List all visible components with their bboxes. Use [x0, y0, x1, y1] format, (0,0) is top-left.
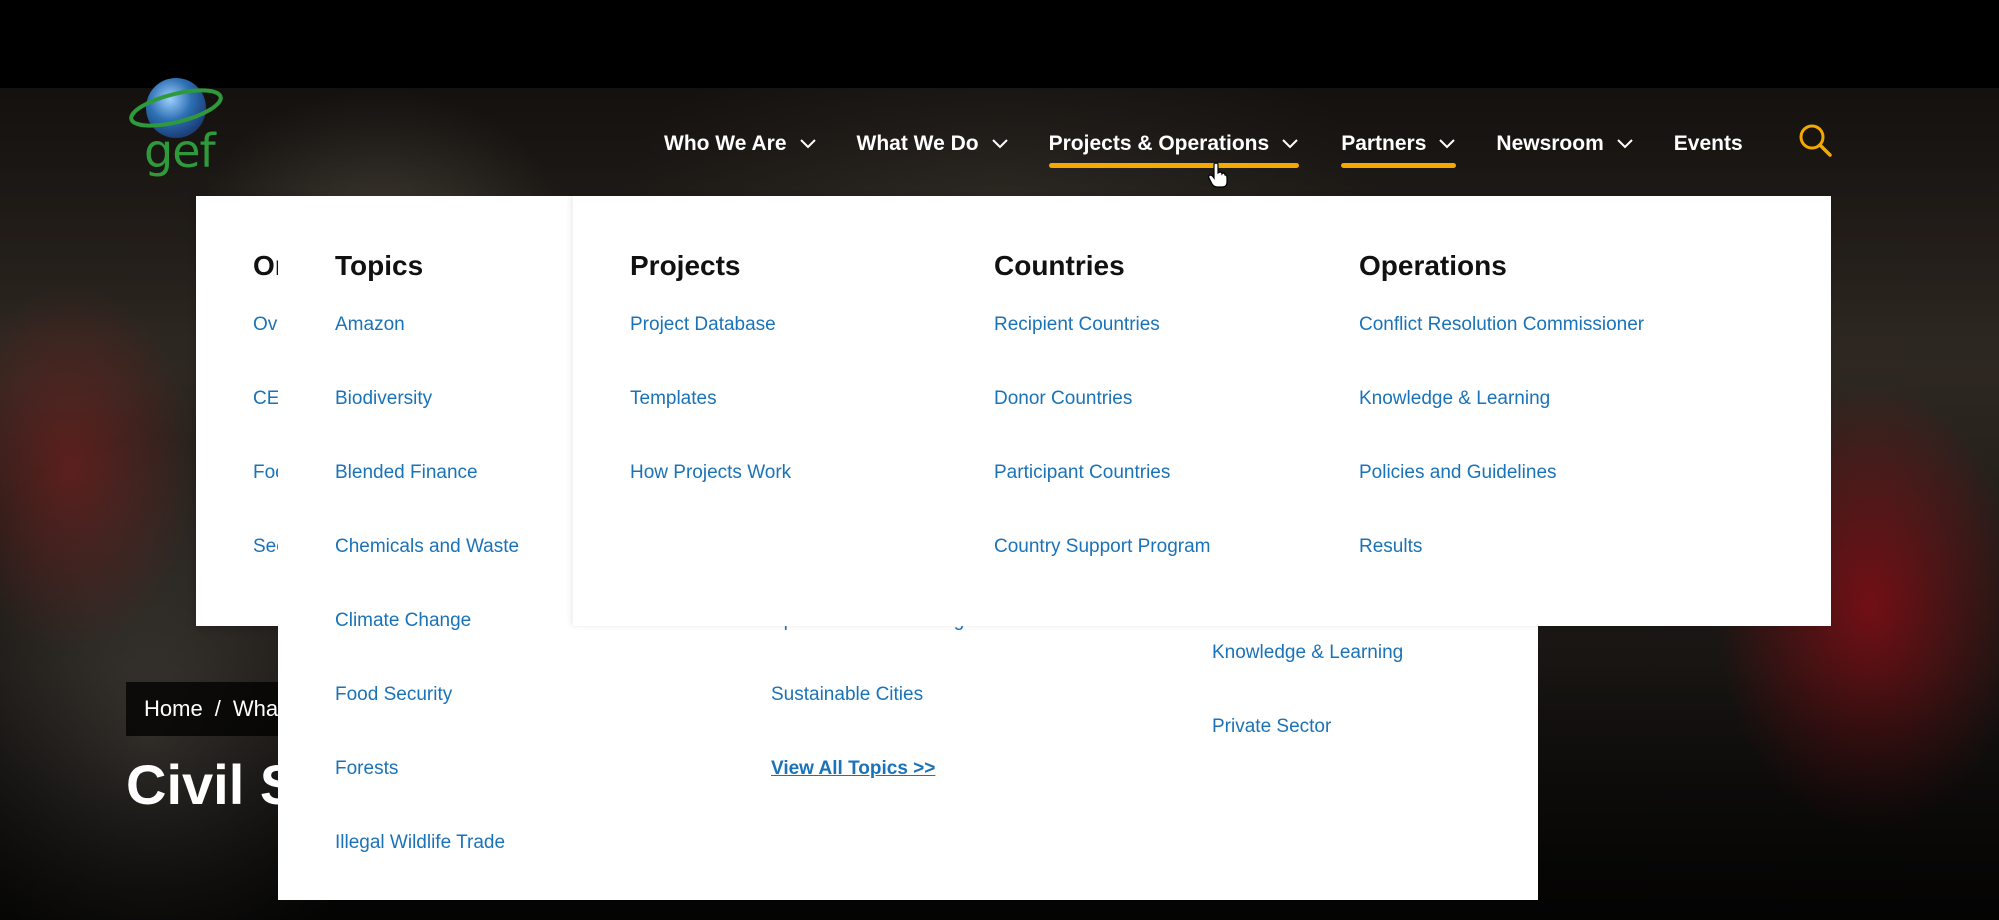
breadcrumb-current[interactable]: Wha — [233, 696, 278, 722]
projects-link[interactable]: Templates — [630, 388, 717, 410]
projects-link[interactable]: How Projects Work — [630, 462, 791, 484]
nav-what-we-do[interactable]: What We Do — [857, 132, 1009, 156]
hand-cursor-icon — [1208, 162, 1228, 188]
topic-link[interactable]: Food Security — [335, 684, 452, 706]
chevron-down-icon — [1617, 139, 1633, 149]
topic-link[interactable]: Sustainable Cities — [771, 684, 923, 706]
projects-link[interactable]: Project Database — [630, 314, 776, 336]
topic-link[interactable]: Knowledge & Learning — [1212, 642, 1403, 664]
menu-link[interactable]: CE — [253, 388, 279, 410]
nav-projects-operations[interactable]: Projects & Operations — [1048, 132, 1300, 168]
countries-heading: Countries — [994, 250, 1125, 281]
countries-link[interactable]: Country Support Program — [994, 536, 1211, 558]
topic-link[interactable]: Illegal Wildlife Trade — [335, 832, 505, 854]
search-icon[interactable] — [1797, 122, 1833, 158]
nav-label: Events — [1673, 132, 1743, 155]
topic-link[interactable]: Forests — [335, 758, 398, 780]
view-all-topics-link[interactable]: View All Topics >> — [771, 758, 935, 780]
operations-link[interactable]: Knowledge & Learning — [1359, 388, 1550, 410]
nav-label: Newsroom — [1496, 132, 1604, 155]
chevron-down-icon — [799, 139, 816, 149]
nav-label: Partners — [1341, 132, 1427, 155]
topics-heading: Topics — [335, 250, 424, 281]
projects-operations-dropdown: Projects Project Database Templates How … — [573, 196, 1831, 626]
countries-link[interactable]: Participant Countries — [994, 462, 1170, 484]
nav-newsroom[interactable]: Newsroom — [1496, 132, 1633, 156]
breadcrumb: Home / Wha — [126, 682, 297, 736]
gef-logo[interactable]: gef — [126, 72, 226, 182]
countries-link[interactable]: Donor Countries — [994, 388, 1132, 410]
breadcrumb-separator: / — [214, 696, 221, 721]
page-title: Civil S — [126, 753, 298, 816]
projects-heading: Projects — [630, 250, 741, 281]
topic-link[interactable]: Amazon — [335, 314, 405, 336]
operations-link[interactable]: Policies and Guidelines — [1359, 462, 1557, 484]
nav-partners[interactable]: Partners — [1341, 132, 1457, 168]
main-nav: Who We Are What We Do Projects & Operati… — [664, 128, 1783, 168]
chevron-down-icon — [1439, 139, 1456, 149]
countries-link[interactable]: Recipient Countries — [994, 314, 1160, 336]
nav-events[interactable]: Events — [1674, 132, 1743, 156]
topic-link[interactable]: Biodiversity — [335, 388, 432, 410]
operations-heading: Operations — [1359, 250, 1507, 281]
operations-link[interactable]: Results — [1359, 536, 1422, 558]
topic-link[interactable]: Private Sector — [1212, 716, 1331, 738]
nav-label: Projects & Operations — [1048, 132, 1270, 155]
nav-label: Who We Are — [664, 132, 787, 155]
breadcrumb-home[interactable]: Home — [144, 696, 203, 722]
nav-label: What We Do — [856, 132, 979, 155]
chevron-down-icon — [1282, 139, 1298, 149]
operations-link[interactable]: Conflict Resolution Commissioner — [1359, 314, 1644, 336]
topic-link[interactable]: Blended Finance — [335, 462, 478, 484]
topic-link[interactable]: Climate Change — [335, 610, 471, 632]
topic-link[interactable]: Chemicals and Waste — [335, 536, 519, 558]
nav-who-we-are[interactable]: Who We Are — [664, 132, 817, 156]
chevron-down-icon — [991, 139, 1008, 149]
logo-text: gef — [144, 124, 216, 178]
